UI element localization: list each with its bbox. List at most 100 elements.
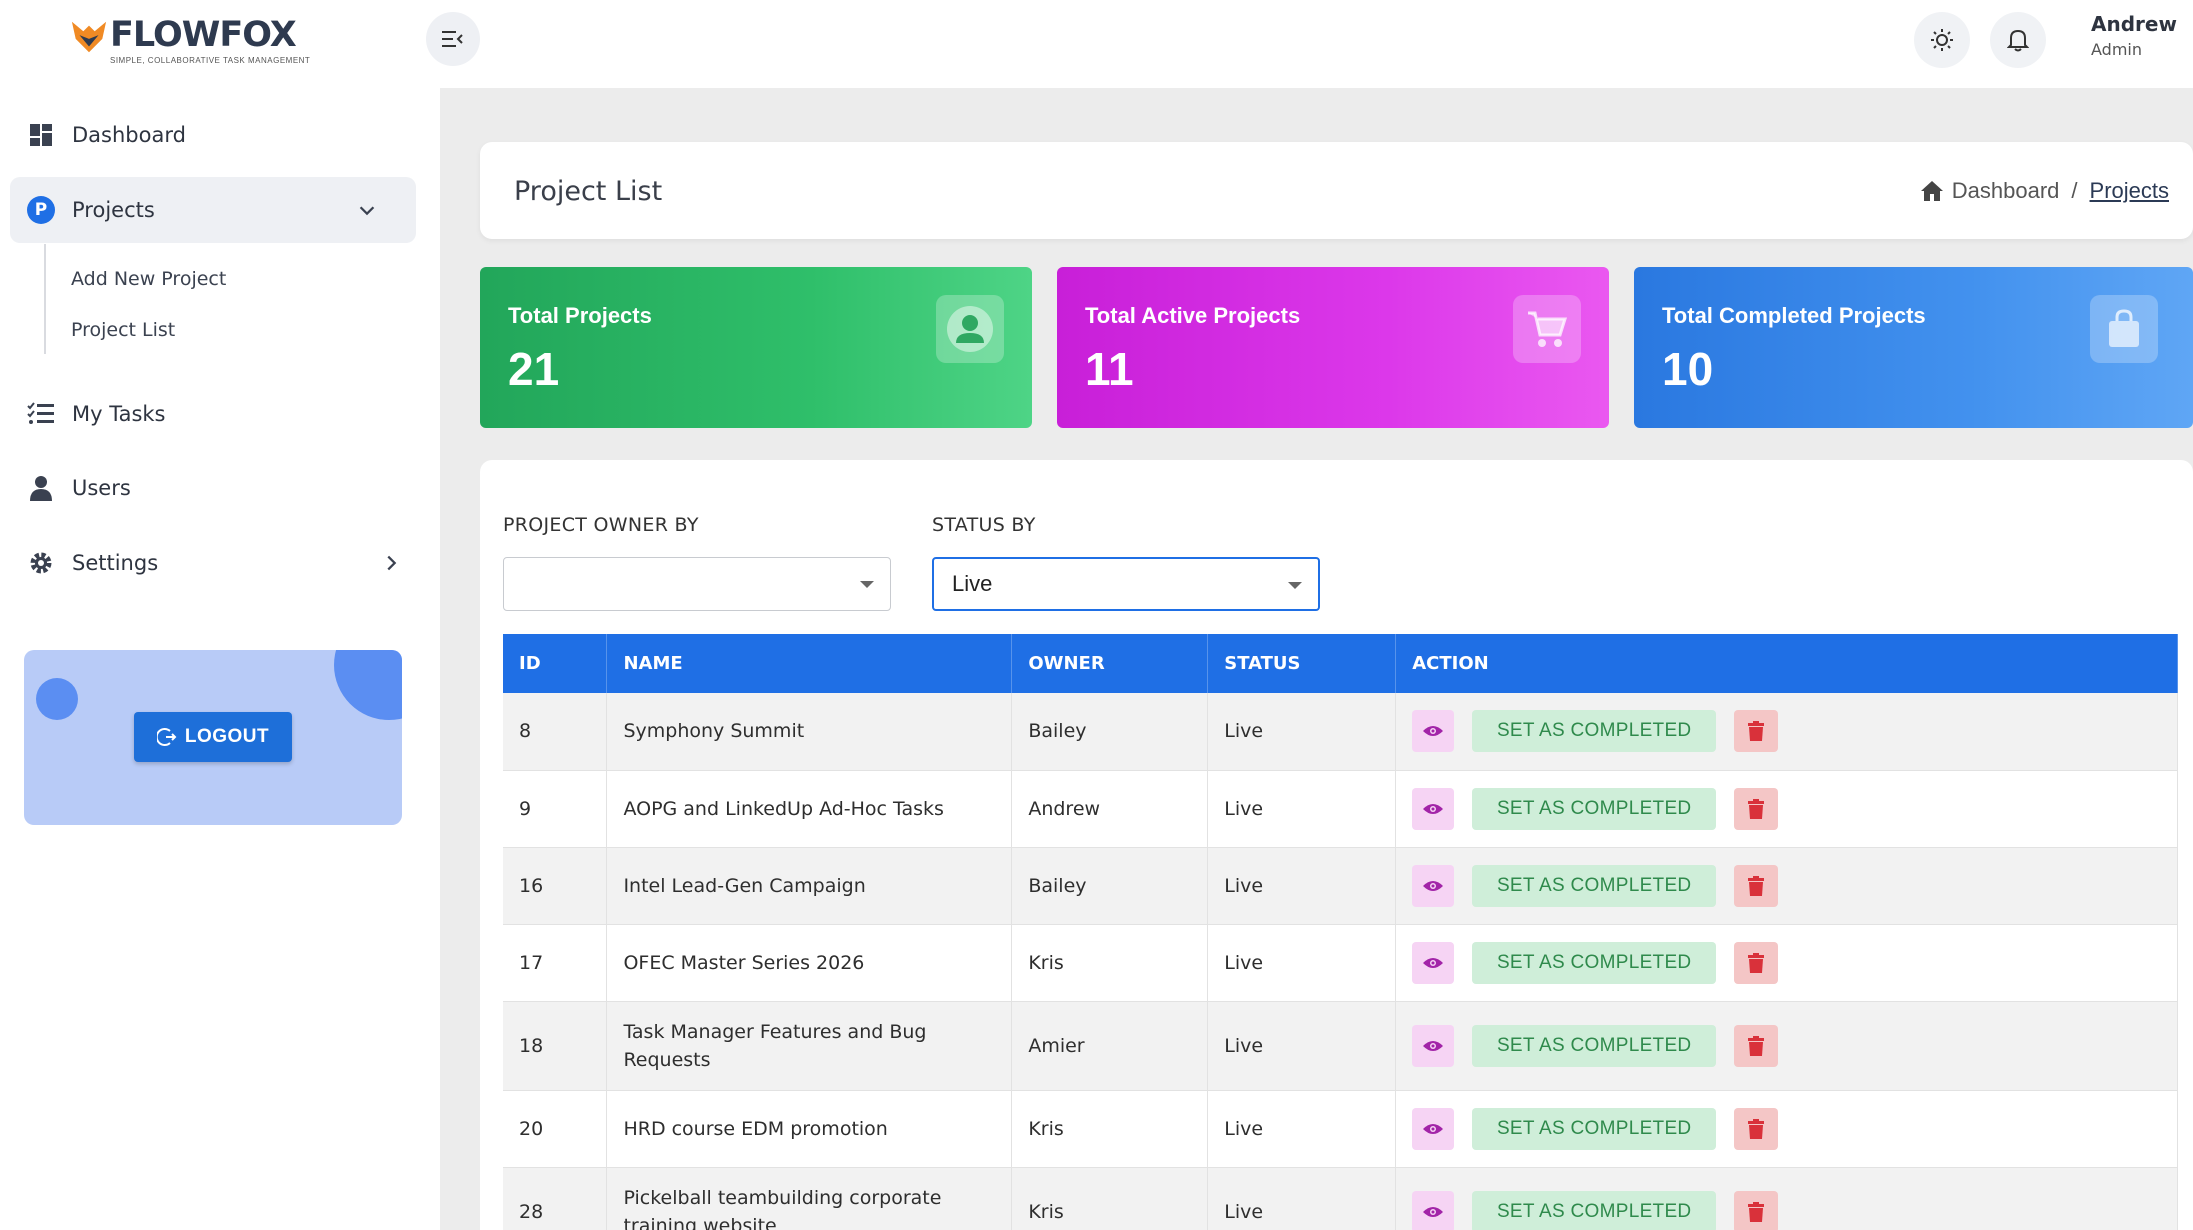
set-as-completed-button[interactable]: SET AS COMPLETED xyxy=(1472,1190,1717,1230)
set-as-completed-button[interactable]: SET AS COMPLETED xyxy=(1472,864,1717,907)
delete-project-button[interactable] xyxy=(1734,941,1779,984)
cell-id: 16 xyxy=(503,847,608,925)
table-row: 18 Task Manager Features and Bug Requests… xyxy=(503,1001,2178,1091)
cell-owner: Kris xyxy=(1011,1090,1209,1168)
breadcrumb: Dashboard / Projects xyxy=(1920,178,2169,204)
sidebar-item-label: Projects xyxy=(72,198,155,222)
view-project-button[interactable] xyxy=(1412,1107,1455,1150)
cell-name: Symphony Summit xyxy=(606,693,1013,771)
logout-button[interactable]: LOGOUT xyxy=(134,712,292,762)
view-project-button[interactable] xyxy=(1412,1024,1455,1067)
fox-logo-icon xyxy=(71,21,107,53)
trash-icon xyxy=(1748,1201,1765,1222)
cell-owner: Andrew xyxy=(1011,770,1209,848)
eye-icon xyxy=(1423,803,1444,814)
theme-toggle-button[interactable] xyxy=(1914,12,1970,68)
status-filter-select[interactable]: Live xyxy=(932,557,1320,611)
sidebar-item-my-tasks[interactable]: My Tasks xyxy=(0,381,440,447)
column-header-status[interactable]: STATUS xyxy=(1207,634,1397,693)
delete-project-button[interactable] xyxy=(1734,1024,1779,1067)
eye-icon xyxy=(1423,726,1444,737)
owner-filter-label: PROJECT OWNER BY xyxy=(503,514,699,536)
cell-id: 9 xyxy=(503,770,608,848)
menu-collapse-icon xyxy=(442,31,463,47)
caret-down-icon xyxy=(860,581,874,588)
cart-icon xyxy=(1513,295,1581,363)
stat-value: 11 xyxy=(1085,343,1134,395)
cell-action: SET AS COMPLETED xyxy=(1395,1001,2178,1091)
cell-owner: Amier xyxy=(1011,1001,1209,1091)
cell-name: Task Manager Features and Bug Requests xyxy=(606,1001,1013,1091)
cell-status: Live xyxy=(1207,1090,1397,1168)
sidebar-item-projects[interactable]: P Projects xyxy=(10,177,416,243)
dashboard-icon xyxy=(26,120,56,150)
table-row: 28 Pickelball teambuilding corporate trai… xyxy=(503,1167,2178,1230)
sidebar-toggle-button[interactable] xyxy=(426,12,480,66)
column-header-action: ACTION xyxy=(1395,634,2178,693)
table-body: 8 Symphony Summit Bailey Live SET AS COMPLET… xyxy=(503,693,2178,1230)
cell-name: Pickelball teambuilding corporate traini… xyxy=(606,1167,1013,1230)
decor-circle xyxy=(36,678,78,720)
cell-action: SET AS COMPLETED xyxy=(1395,924,2178,1002)
cell-id: 28 xyxy=(503,1167,608,1230)
cell-id: 20 xyxy=(503,1090,608,1168)
page-header: Project List Dashboard / Projects xyxy=(480,142,2193,239)
set-as-completed-button[interactable]: SET AS COMPLETED xyxy=(1472,710,1717,753)
sidebar-item-dashboard[interactable]: Dashboard xyxy=(0,102,440,168)
cell-action: SET AS COMPLETED xyxy=(1395,847,2178,925)
delete-project-button[interactable] xyxy=(1734,787,1779,830)
delete-project-button[interactable] xyxy=(1734,864,1779,907)
cell-id: 17 xyxy=(503,924,608,1002)
table-row: 20 HRD course EDM promotion Kris Live SET AS… xyxy=(503,1090,2178,1168)
view-project-button[interactable] xyxy=(1412,864,1455,907)
view-project-button[interactable] xyxy=(1412,1190,1455,1230)
set-as-completed-button[interactable]: SET AS COMPLETED xyxy=(1472,1024,1717,1067)
sidebar-item-users[interactable]: Users xyxy=(0,455,440,521)
bell-icon xyxy=(2007,29,2029,52)
p-badge-icon: P xyxy=(26,195,56,225)
sidebar-subitem-add-project[interactable]: Add New Project xyxy=(71,268,226,290)
sidebar: FLOWFOX SIMPLE, COLLABORATIVE TASK MANAG… xyxy=(0,0,440,1230)
column-header-id[interactable]: ID xyxy=(503,634,608,693)
set-as-completed-button[interactable]: SET AS COMPLETED xyxy=(1472,787,1717,830)
set-as-completed-button[interactable]: SET AS COMPLETED xyxy=(1472,1107,1717,1150)
delete-project-button[interactable] xyxy=(1734,1190,1779,1230)
breadcrumb-current[interactable]: Projects xyxy=(2090,178,2169,204)
view-project-button[interactable] xyxy=(1412,941,1455,984)
breadcrumb-home[interactable]: Dashboard xyxy=(1952,178,2060,204)
cell-status: Live xyxy=(1207,1167,1397,1230)
delete-project-button[interactable] xyxy=(1734,1107,1779,1150)
stat-title: Total Projects xyxy=(508,303,652,328)
column-header-name[interactable]: NAME xyxy=(606,634,1013,693)
cell-status: Live xyxy=(1207,1001,1397,1091)
delete-project-button[interactable] xyxy=(1734,710,1779,753)
set-as-completed-button[interactable]: SET AS COMPLETED xyxy=(1472,941,1717,984)
status-filter-value: Live xyxy=(952,571,993,596)
stat-value: 10 xyxy=(1662,343,1714,395)
trash-icon xyxy=(1748,952,1765,973)
user-icon xyxy=(26,473,56,503)
owner-filter-select[interactable] xyxy=(503,557,891,611)
notifications-button[interactable] xyxy=(1990,12,2046,68)
cell-action: SET AS COMPLETED xyxy=(1395,770,2178,848)
sidebar-subitem-project-list[interactable]: Project List xyxy=(71,319,175,341)
trash-icon xyxy=(1748,1035,1765,1056)
sidebar-item-settings[interactable]: Settings xyxy=(0,530,440,596)
view-project-button[interactable] xyxy=(1412,787,1455,830)
cell-name: AOPG and LinkedUp Ad-Hoc Tasks xyxy=(606,770,1013,848)
user-role: Admin xyxy=(2091,40,2142,59)
cell-owner: Bailey xyxy=(1011,693,1209,771)
cell-action: SET AS COMPLETED xyxy=(1395,1090,2178,1168)
sidebar-item-label: My Tasks xyxy=(72,402,166,426)
status-filter-label: STATUS BY xyxy=(932,514,1036,536)
brand-name: FLOWFOX xyxy=(110,15,297,55)
view-project-button[interactable] xyxy=(1412,710,1455,753)
sun-icon xyxy=(1931,29,1953,51)
trash-icon xyxy=(1748,1118,1765,1139)
bag-icon xyxy=(2090,295,2158,363)
brand-logo[interactable]: FLOWFOX SIMPLE, COLLABORATIVE TASK MANAG… xyxy=(70,15,310,65)
user-name[interactable]: Andrew xyxy=(2091,12,2177,36)
column-header-owner[interactable]: OWNER xyxy=(1011,634,1209,693)
stat-card-completed-projects: Total Completed Projects 10 xyxy=(1634,267,2193,428)
submenu-divider xyxy=(44,244,46,354)
